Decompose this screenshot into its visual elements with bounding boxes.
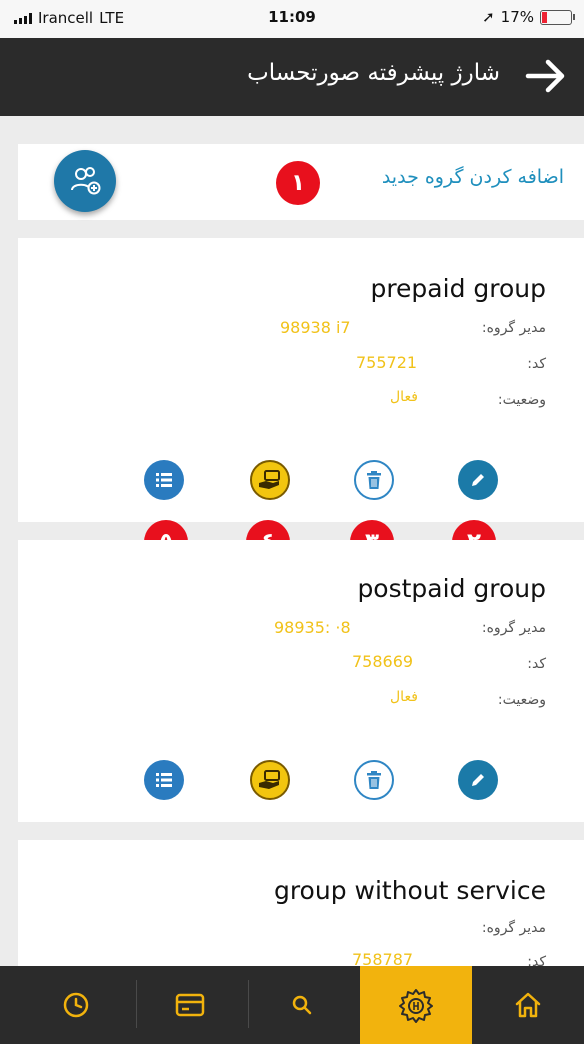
list-icon — [156, 773, 172, 787]
page-title: شارژ پیشرفته صورتحساب — [247, 60, 500, 86]
edit-button[interactable] — [458, 460, 498, 500]
edit-button[interactable] — [458, 760, 498, 800]
code-value: 755721 — [356, 353, 418, 372]
manager-value: 98935: ·8 — [274, 618, 351, 637]
status-right: ➚ 17% — [482, 8, 575, 26]
arrow-right-icon[interactable] — [524, 56, 568, 96]
delete-button[interactable] — [354, 760, 394, 800]
nav-search[interactable] — [246, 966, 358, 1044]
manager-label: مدیر گروه: — [481, 920, 546, 936]
battery-icon — [540, 9, 575, 25]
home-icon — [515, 992, 541, 1018]
group-card: prepaid group مدیر گروه: 98938 i7 کد: 75… — [18, 238, 584, 522]
add-group-icon — [71, 167, 101, 195]
members-list-button[interactable] — [144, 760, 184, 800]
app-header: شارژ پیشرفته صورتحساب — [0, 38, 584, 116]
members-list-button[interactable] — [144, 460, 184, 500]
pencil-icon — [472, 774, 484, 786]
nav-settings[interactable] — [360, 966, 472, 1044]
trash-icon — [367, 471, 381, 489]
add-group-card: اضافه کردن گروه جدید ١ — [18, 144, 584, 220]
gear-icon — [399, 989, 433, 1023]
payment-hand-icon — [259, 470, 280, 489]
search-icon — [292, 995, 312, 1015]
status-label: وضعیت: — [497, 392, 546, 408]
delete-button[interactable] — [354, 460, 394, 500]
nav-home[interactable] — [472, 966, 584, 1044]
bottom-navigation — [0, 966, 584, 1044]
location-arrow-icon: ➚ — [482, 8, 495, 26]
code-label: کد: — [527, 656, 546, 672]
charge-button[interactable] — [250, 760, 290, 800]
code-label: کد: — [527, 356, 546, 372]
clock-icon — [63, 992, 89, 1018]
trash-icon — [367, 771, 381, 789]
group-card: group without service مدیر گروه: کد: 758… — [18, 840, 584, 970]
list-icon — [156, 473, 172, 487]
status-bar: Irancell LTE 11:09 ➚ 17% — [0, 0, 584, 38]
nav-card[interactable] — [134, 966, 246, 1044]
marker-1: ١ — [276, 161, 320, 205]
add-group-link[interactable]: اضافه کردن گروه جدید — [382, 166, 564, 188]
manager-value: 98938 i7 — [280, 318, 351, 337]
status-label: وضعیت: — [497, 692, 546, 708]
group-name: postpaid group — [357, 574, 546, 603]
nav-clock[interactable] — [20, 966, 132, 1044]
pencil-icon — [472, 474, 484, 486]
status-value: فعال — [390, 389, 418, 405]
manager-label: مدیر گروه: — [481, 620, 546, 636]
battery-percent: 17% — [500, 8, 534, 26]
group-name: group without service — [273, 876, 546, 905]
status-value: فعال — [390, 689, 418, 705]
group-name: prepaid group — [370, 274, 546, 303]
group-card: postpaid group مدیر گروه: 98935: ·8 کد: … — [18, 540, 584, 822]
card-icon — [175, 993, 205, 1017]
add-group-button[interactable] — [54, 150, 116, 212]
manager-label: مدیر گروه: — [481, 320, 546, 336]
code-value: 758669 — [352, 652, 414, 671]
payment-hand-icon — [259, 770, 280, 789]
charge-button[interactable] — [250, 460, 290, 500]
